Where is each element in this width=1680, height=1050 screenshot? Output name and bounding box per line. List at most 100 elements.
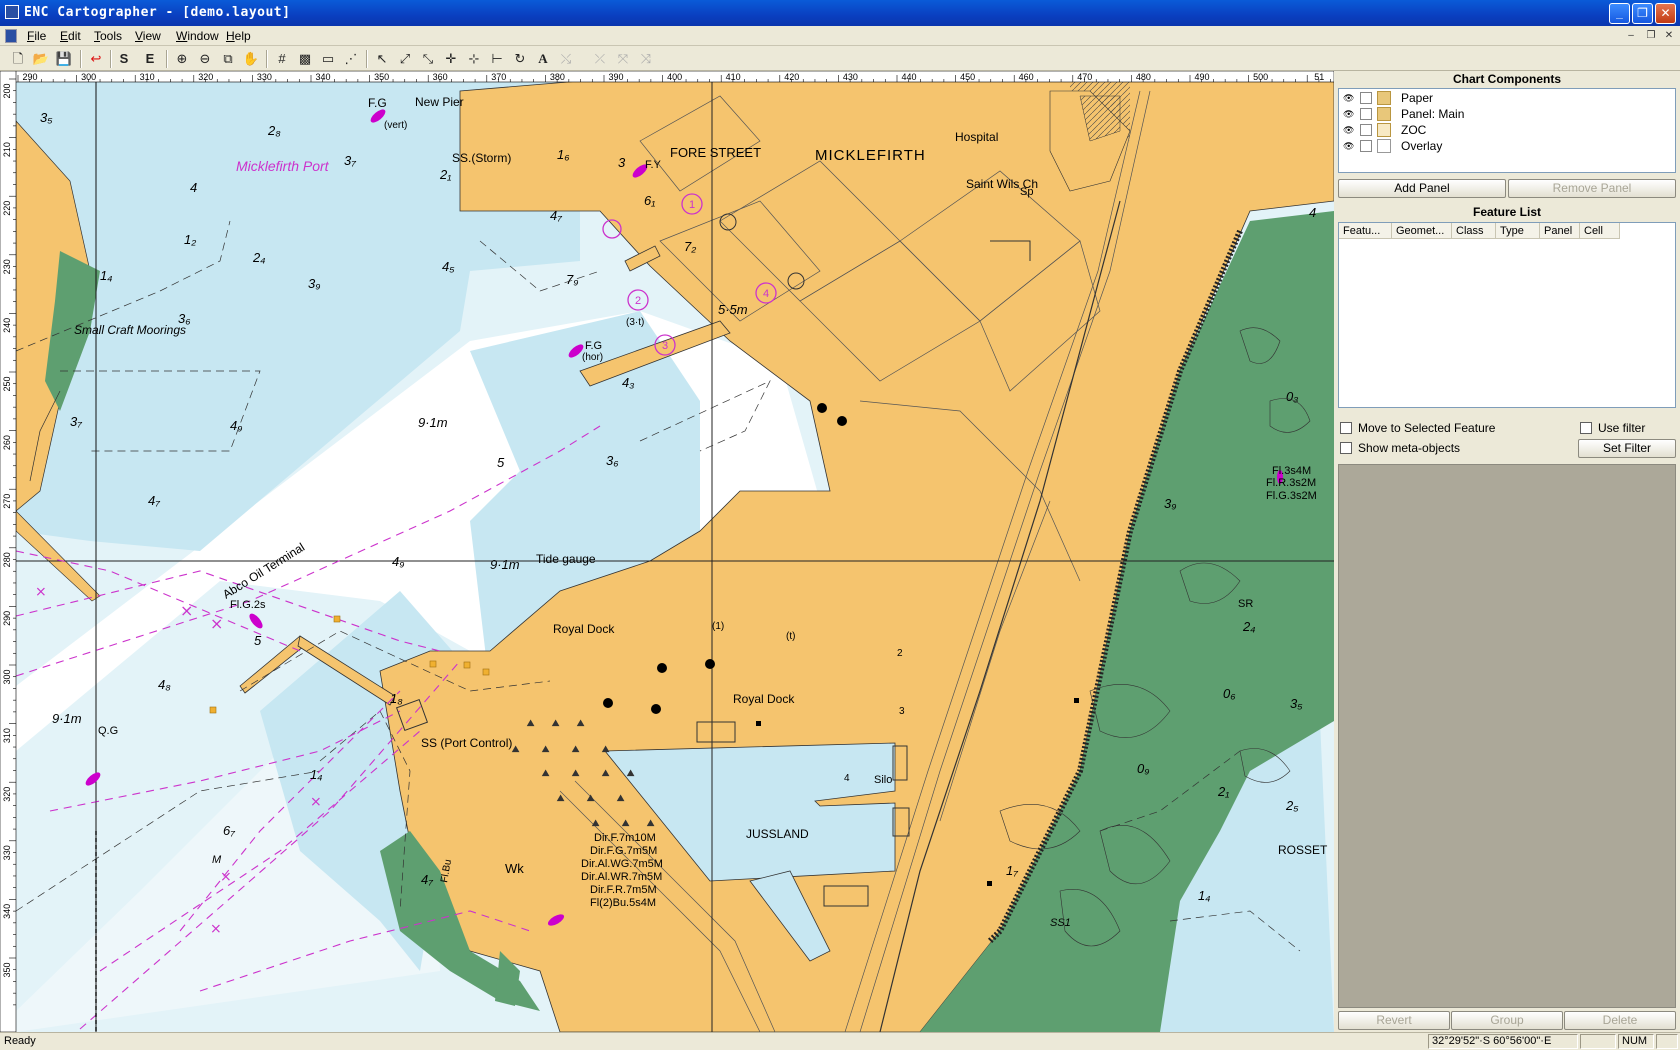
zoom-out-icon[interactable]: ⊖ — [195, 49, 215, 69]
revert-button: Revert — [1338, 1011, 1450, 1030]
top-ruler-label: 430 — [843, 72, 858, 82]
column-cell[interactable]: Cell — [1580, 223, 1620, 239]
menu-tools[interactable]: Tools — [94, 29, 122, 43]
maximize-button[interactable]: ❐ — [1632, 3, 1653, 24]
svg-text:⯅: ⯅ — [525, 715, 536, 731]
measure-icon[interactable]: ▭ — [318, 49, 338, 69]
undo-icon[interactable]: ↩ — [86, 49, 106, 69]
split-icon[interactable]: ⊢ — [487, 49, 507, 69]
feature-list-table[interactable]: Featu... Geomet... Class Type Panel Cell — [1338, 222, 1676, 408]
eye-icon[interactable]: 👁 — [1343, 109, 1354, 119]
close-button[interactable]: ✕ — [1655, 3, 1676, 24]
zoom-window-icon[interactable]: ⧉ — [218, 49, 238, 69]
add-vertex-icon[interactable]: ⊹ — [464, 49, 484, 69]
num-lock-indicator: NUM — [1618, 1034, 1654, 1049]
zoom-in-icon[interactable]: ⊕ — [172, 49, 192, 69]
svg-text:⯅: ⯅ — [585, 790, 596, 806]
component-row[interactable]: 👁 Paper — [1339, 90, 1669, 106]
mdi-close-icon[interactable]: ✕ — [1662, 29, 1676, 43]
component-checkbox[interactable] — [1360, 108, 1372, 120]
component-checkbox[interactable] — [1360, 124, 1372, 136]
top-ruler-label: 490 — [1194, 72, 1209, 82]
component-row[interactable]: 👁 Panel: Main — [1339, 106, 1669, 122]
svg-text:SS.(Storm): SS.(Storm) — [452, 151, 511, 165]
mdi-restore-icon[interactable]: ❐ — [1644, 29, 1658, 43]
chart-components-header: Chart Components — [1453, 72, 1561, 86]
add-panel-button[interactable]: Add Panel — [1338, 179, 1506, 198]
s-tool-button[interactable]: S — [114, 49, 134, 69]
top-ruler-label: 390 — [608, 72, 623, 82]
svg-text:Fl(2)Bu.5s4M: Fl(2)Bu.5s4M — [590, 897, 656, 909]
pattern-icon[interactable]: ▩ — [295, 49, 315, 69]
svg-text:⯅: ⯅ — [620, 815, 631, 831]
menu-help[interactable]: Help — [226, 29, 251, 43]
svg-text:4₅: 4₅ — [442, 259, 455, 274]
minimize-button[interactable]: _ — [1609, 3, 1630, 24]
svg-text:Dir.F.G.7m5M: Dir.F.G.7m5M — [590, 845, 657, 857]
nautical-chart[interactable]: ⨯ ⨯ ⨯ ⨯ ⨯ ⨯ 1 2 3 4 ⯅ ⯅ ⯅ ⯅ ⯅ ⯅ ⯅ ⯅ ⯅ ⯅ … — [0, 71, 1334, 1032]
set-filter-button[interactable]: Set Filter — [1578, 439, 1676, 458]
column-feature[interactable]: Featu... — [1339, 223, 1392, 239]
add-point-icon[interactable]: ✛ — [441, 49, 461, 69]
svg-text:⯅: ⯅ — [625, 765, 636, 781]
scale-icon[interactable]: ⋰ — [341, 49, 361, 69]
column-type[interactable]: Type — [1496, 223, 1540, 239]
svg-text:(1): (1) — [712, 621, 724, 632]
document-icon[interactable] — [5, 29, 17, 43]
component-row[interactable]: 👁 Overlay — [1339, 138, 1669, 154]
svg-text:⨯: ⨯ — [210, 616, 223, 633]
save-icon[interactable]: 💾 — [54, 49, 74, 69]
checkbox-box[interactable] — [1340, 422, 1352, 434]
svg-text:4: 4 — [190, 180, 197, 195]
svg-text:2₄: 2₄ — [252, 250, 265, 265]
mdi-minimize-icon[interactable]: – — [1624, 29, 1638, 43]
left-ruler-label: 230 — [2, 259, 12, 274]
svg-text:9·1m: 9·1m — [52, 711, 82, 726]
rotate-icon[interactable]: ↻ — [510, 49, 530, 69]
svg-text:4₉: 4₉ — [392, 554, 404, 569]
left-ruler-label: 320 — [2, 787, 12, 802]
component-row[interactable]: 👁 ZOC — [1339, 122, 1669, 138]
disabled-tool-2-icon: ⤫ — [594, 51, 606, 66]
open-folder-icon[interactable]: 📂 — [31, 49, 51, 69]
chart-view[interactable]: ⨯ ⨯ ⨯ ⨯ ⨯ ⨯ 1 2 3 4 ⯅ ⯅ ⯅ ⯅ ⯅ ⯅ ⯅ ⯅ ⯅ ⯅ … — [0, 71, 1334, 1032]
eye-icon[interactable]: 👁 — [1343, 141, 1354, 151]
menu-edit[interactable]: Edit — [60, 29, 81, 43]
text-tool-icon[interactable]: A — [533, 49, 553, 69]
select-arrow-icon[interactable]: ↖ — [372, 49, 392, 69]
svg-text:F.Y: F.Y — [645, 159, 662, 171]
component-label: Paper — [1401, 91, 1434, 105]
checkbox-box[interactable] — [1340, 442, 1352, 454]
column-panel[interactable]: Panel — [1540, 223, 1580, 239]
new-file-icon[interactable]: 🗋 — [8, 49, 28, 69]
checkbox-box[interactable] — [1580, 422, 1592, 434]
grid-icon[interactable]: # — [272, 49, 292, 69]
svg-text:MICKLEFIRTH: MICKLEFIRTH — [815, 147, 926, 164]
svg-text:⯅: ⯅ — [600, 741, 611, 757]
svg-text:⨯: ⨯ — [310, 793, 322, 809]
svg-text:7₉: 7₉ — [566, 272, 578, 287]
pan-hand-icon[interactable]: ✋ — [241, 49, 261, 69]
top-ruler-label: 310 — [140, 72, 155, 82]
chart-components-list[interactable]: 👁 Paper 👁 Panel: Main 👁 ZOC 👁 Overlay — [1338, 88, 1676, 173]
component-checkbox[interactable] — [1360, 140, 1372, 152]
svg-text:9·1m: 9·1m — [418, 415, 448, 430]
column-geometry[interactable]: Geomet... — [1392, 223, 1452, 239]
svg-text:1₇: 1₇ — [1006, 863, 1018, 878]
svg-text:Dir.F.R.7m5M: Dir.F.R.7m5M — [590, 884, 657, 896]
column-class[interactable]: Class — [1452, 223, 1496, 239]
menu-file[interactable]: File — [27, 29, 46, 43]
menu-view[interactable]: View — [135, 29, 161, 43]
menu-window[interactable]: Window — [176, 29, 219, 43]
svg-text:Dir.Al.WG.7m5M: Dir.Al.WG.7m5M — [581, 858, 663, 870]
svg-text:1₆: 1₆ — [557, 147, 570, 162]
status-text: Ready — [4, 1035, 36, 1047]
left-ruler-label: 260 — [2, 435, 12, 450]
edit-vertex-icon[interactable]: ⤡ — [418, 49, 438, 69]
e-tool-button[interactable]: E — [140, 49, 160, 69]
edit-line-icon[interactable]: ⤢ — [395, 49, 415, 69]
component-checkbox[interactable] — [1360, 92, 1372, 104]
eye-icon[interactable]: 👁 — [1343, 93, 1354, 103]
left-ruler-label: 200 — [2, 83, 12, 98]
eye-icon[interactable]: 👁 — [1343, 125, 1354, 135]
